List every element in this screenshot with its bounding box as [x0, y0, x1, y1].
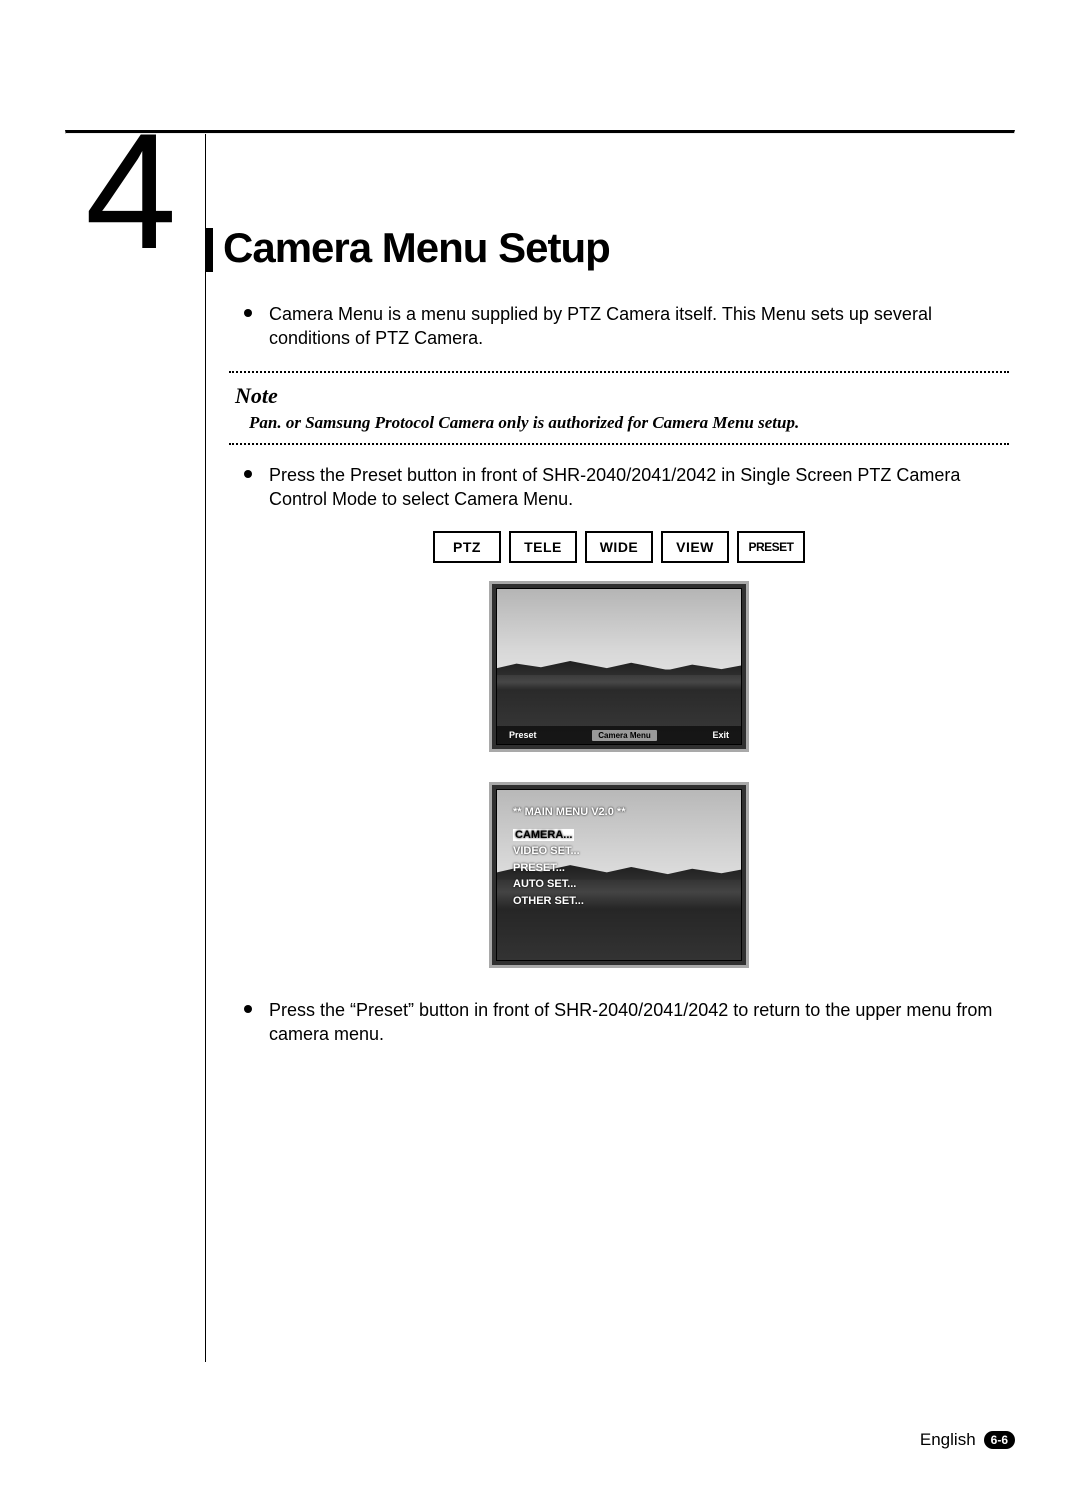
osd-menu-item-other-set: OTHER SET... [513, 893, 625, 910]
bullet-press-preset: Press the Preset button in front of SHR-… [229, 463, 1009, 512]
note-rule-top [229, 371, 1009, 373]
note-rule-bottom [229, 443, 1009, 445]
osd-bar-right: Exit [712, 730, 729, 740]
osd-bar-center: Camera Menu [592, 730, 656, 741]
osd-menu-item-preset: PRESET... [513, 860, 625, 877]
landscape-image-icon [497, 589, 741, 744]
osd-bar-left: Preset [509, 730, 537, 740]
wide-button: WIDE [585, 531, 653, 563]
preset-button: PRESET [737, 531, 805, 563]
camera-screenshot-1: Preset Camera Menu Exit [489, 581, 749, 752]
osd-menu-item-video-set: VIDEO SET... [513, 843, 625, 860]
osd-bottom-bar: Preset Camera Menu Exit [497, 726, 741, 744]
note-label: Note [235, 383, 1009, 409]
osd-menu-title: ** MAIN MENU V2.0 ** [513, 804, 625, 821]
page-footer: English 6-6 [920, 1430, 1015, 1450]
hardware-button-row: PTZ TELE WIDE VIEW PRESET [229, 531, 1009, 563]
tele-button: TELE [509, 531, 577, 563]
section-title-text: Camera Menu Setup [223, 224, 610, 272]
bullet-intro: Camera Menu is a menu supplied by PTZ Ca… [229, 302, 1009, 351]
osd-menu-item-auto-set: AUTO SET... [513, 876, 625, 893]
footer-language: English [920, 1430, 976, 1450]
body-column: Camera Menu is a menu supplied by PTZ Ca… [205, 134, 1009, 1362]
section-title: Camera Menu Setup [205, 224, 935, 272]
view-button: VIEW [661, 531, 729, 563]
bullet-return-upper: Press the “Preset” button in front of SH… [229, 998, 1009, 1047]
camera-screenshot-2: ** MAIN MENU V2.0 ** CAMERA... VIDEO SET… [489, 782, 749, 968]
note-box: Note Pan. or Samsung Protocol Camera onl… [229, 371, 1009, 445]
ptz-button: PTZ [433, 531, 501, 563]
osd-menu-item-camera: CAMERA... [513, 829, 574, 841]
section-number: 4 [85, 109, 169, 274]
note-text: Pan. or Samsung Protocol Camera only is … [249, 413, 1009, 433]
osd-main-menu: ** MAIN MENU V2.0 ** CAMERA... VIDEO SET… [513, 804, 625, 909]
footer-page-number: 6-6 [984, 1431, 1015, 1449]
